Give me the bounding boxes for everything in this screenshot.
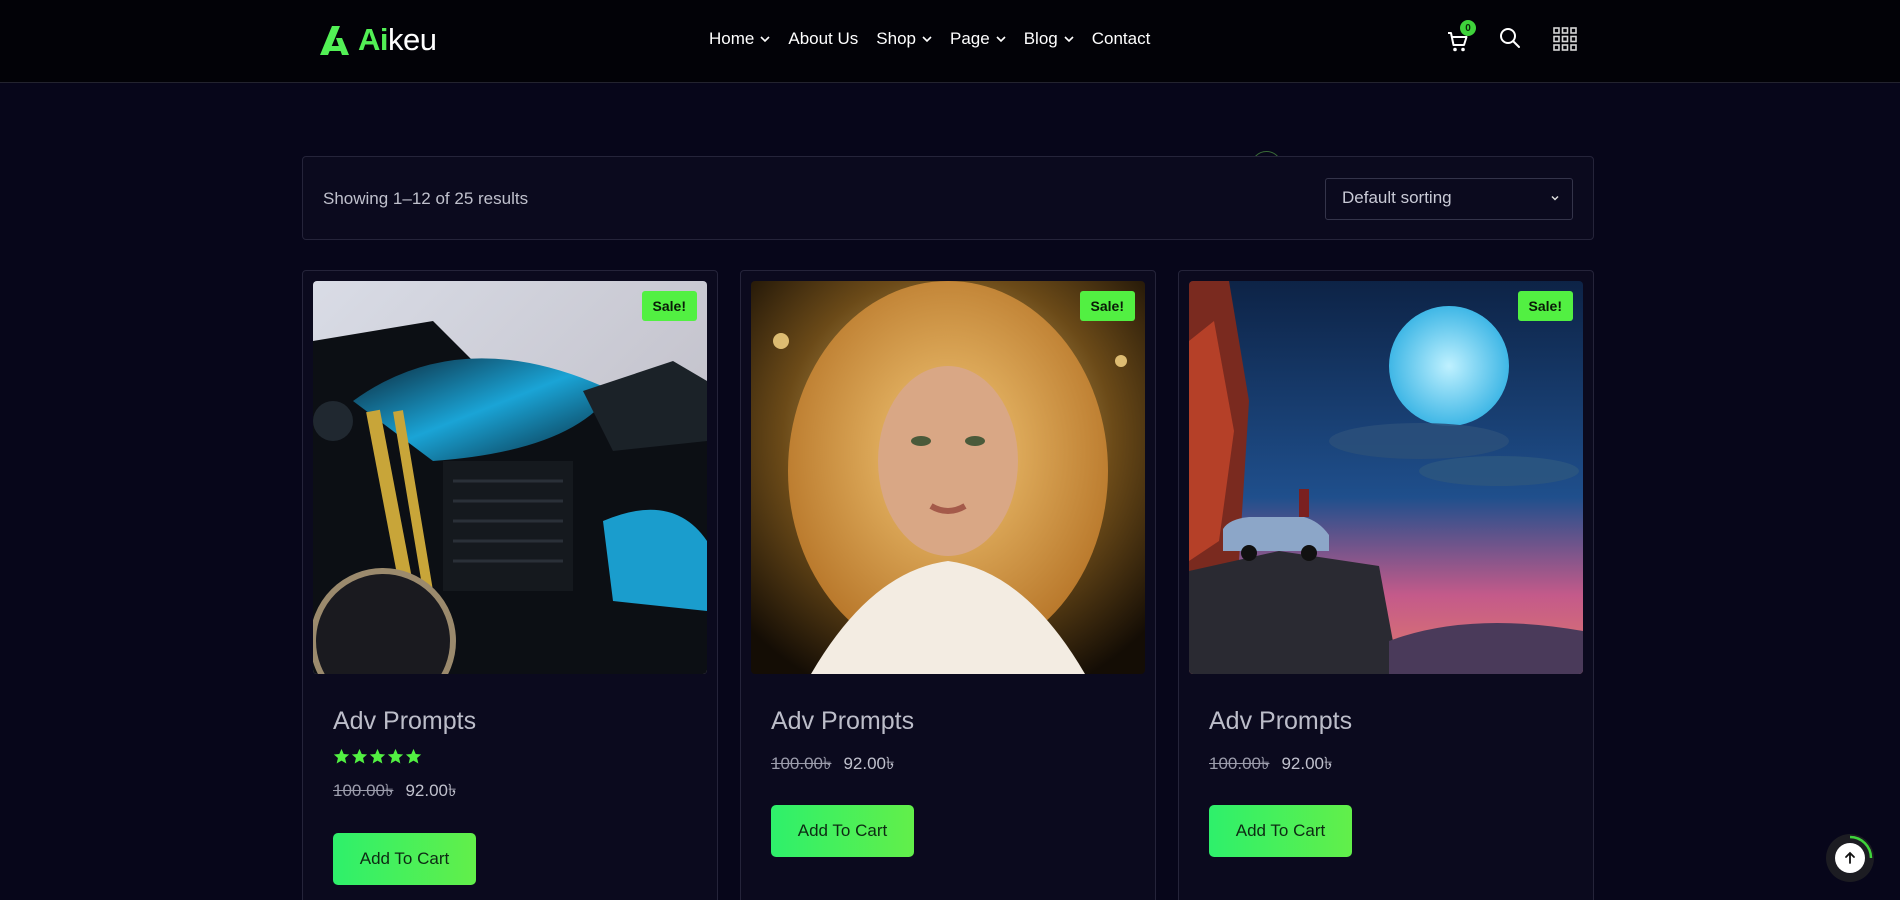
nav-about-us[interactable]: About Us (788, 29, 858, 49)
site-header: Aikeu Home About Us Shop Page Blog Conta… (0, 0, 1900, 83)
old-price: 100.00৳ (333, 781, 394, 800)
chevron-down-icon (922, 36, 932, 43)
star-icon (369, 748, 386, 764)
portrait-image (751, 281, 1145, 674)
star-icon (405, 748, 422, 764)
product-card: Sale! Adv Prompts 100.00৳ 92.00৳ Add To … (740, 270, 1156, 900)
product-price: 100.00৳ 92.00৳ (333, 778, 456, 806)
product-price: 100.00৳ 92.00৳ (771, 751, 894, 779)
sale-badge: Sale! (1079, 291, 1135, 321)
star-icon (387, 748, 404, 764)
cart-button[interactable]: 0 (1446, 20, 1476, 54)
product-title[interactable]: Adv Prompts (333, 707, 476, 736)
old-price: 100.00৳ (771, 754, 832, 773)
result-count: Showing 1–12 of 25 results (323, 189, 529, 208)
product-image-motorcycle[interactable]: Sale! (313, 281, 707, 674)
logo-text: Aikeu (358, 22, 437, 58)
nav-page[interactable]: Page (950, 29, 1006, 49)
nav-contact[interactable]: Contact (1092, 29, 1151, 49)
chevron-down-icon (760, 36, 770, 43)
header-icons: 0 (1446, 20, 1577, 54)
moon-landscape-image (1189, 281, 1583, 674)
logo-text-white: keu (388, 22, 437, 57)
star-icon (333, 748, 350, 764)
chevron-down-icon (1064, 36, 1074, 43)
product-card: Sale! Adv Prompts 100.00৳ 92.00৳ Add To … (1178, 270, 1594, 900)
add-to-cart-button[interactable]: Add To Cart (333, 833, 476, 885)
add-to-cart-button[interactable]: Add To Cart (1209, 805, 1352, 857)
product-title[interactable]: Adv Prompts (771, 707, 914, 736)
chevron-down-icon (1551, 195, 1559, 201)
old-price: 100.00৳ (1209, 754, 1270, 773)
logo-text-green: Ai (358, 22, 389, 57)
sale-price: 92.00৳ (405, 781, 457, 800)
cart-count-badge: 0 (1460, 20, 1476, 36)
product-image-portrait[interactable]: Sale! (751, 281, 1145, 674)
rating-stars (333, 748, 422, 765)
sale-badge: Sale! (1517, 291, 1573, 321)
star-icon (351, 748, 368, 764)
motorcycle-image (313, 281, 707, 674)
scroll-progress-ring (1849, 835, 1873, 859)
nav-contact-label: Contact (1091, 29, 1151, 48)
nav-page-label: Page (950, 29, 990, 48)
add-to-cart-button[interactable]: Add To Cart (771, 805, 914, 857)
scroll-to-top-button[interactable] (1826, 834, 1874, 882)
search-icon[interactable] (1498, 26, 1522, 50)
shop-toolbar: Showing 1–12 of 25 results Default sorti… (302, 156, 1594, 240)
product-price: 100.00৳ 92.00৳ (1209, 751, 1332, 779)
site-logo[interactable]: Aikeu (318, 22, 437, 58)
product-image-moon-landscape[interactable]: Sale! (1189, 281, 1583, 674)
sale-price: 92.00৳ (1281, 754, 1333, 773)
nav-shop-label: Shop (876, 29, 916, 48)
nav-shop[interactable]: Shop (876, 29, 932, 49)
logo-mark-icon (320, 26, 349, 55)
sorting-select[interactable]: Default sorting (1325, 178, 1573, 220)
main-nav: Home About Us Shop Page Blog Contact (709, 24, 1150, 54)
sale-badge: Sale! (641, 291, 697, 321)
sorting-value: Default sorting (1342, 188, 1452, 207)
grid-menu-icon[interactable] (1552, 26, 1578, 52)
nav-home[interactable]: Home (709, 29, 770, 49)
product-title[interactable]: Adv Prompts (1209, 707, 1352, 736)
nav-about-label: About Us (788, 29, 859, 48)
nav-blog-label: Blog (1023, 29, 1058, 48)
nav-blog[interactable]: Blog (1024, 29, 1074, 49)
nav-home-label: Home (709, 29, 755, 48)
sale-price: 92.00৳ (843, 754, 895, 773)
product-card: Sale! Adv Prompts 100.00৳ 92.00৳ Add To … (302, 270, 718, 900)
chevron-down-icon (996, 36, 1006, 43)
